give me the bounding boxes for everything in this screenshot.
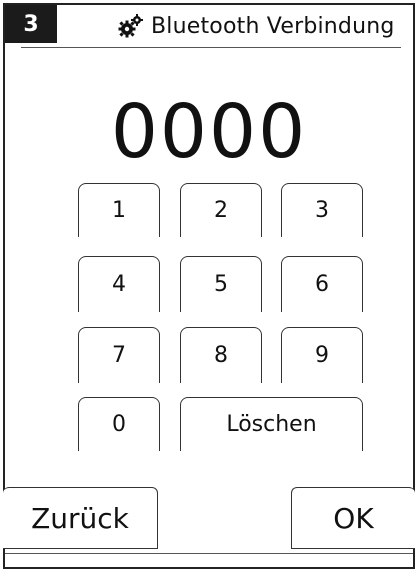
back-button-label: Zurück	[31, 501, 129, 535]
delete-button[interactable]: Löschen	[180, 397, 363, 451]
header-title-text: Bluetooth Verbindung	[151, 13, 395, 39]
key-5[interactable]: 5	[180, 256, 262, 312]
device-screen: 3 Bluetooth Verbindung 0000 1 2 3 4 5 6 …	[3, 3, 415, 569]
key-2[interactable]: 2	[180, 183, 262, 237]
gears-icon	[117, 12, 145, 40]
key-8[interactable]: 8	[180, 327, 262, 383]
page-title: Bluetooth Verbindung	[117, 11, 395, 41]
footer-divider	[5, 553, 413, 554]
ok-button[interactable]: OK	[291, 487, 415, 549]
step-number: 3	[23, 11, 39, 37]
key-6[interactable]: 6	[281, 256, 363, 312]
key-7[interactable]: 7	[78, 327, 160, 383]
pin-display: 0000	[110, 89, 308, 175]
key-0[interactable]: 0	[78, 397, 160, 451]
key-3[interactable]: 3	[281, 183, 363, 237]
key-1[interactable]: 1	[78, 183, 160, 237]
ok-button-label: OK	[333, 501, 374, 535]
header-bar: 3 Bluetooth Verbindung	[5, 5, 413, 47]
back-button[interactable]: Zurück	[3, 487, 158, 549]
key-9[interactable]: 9	[281, 327, 363, 383]
header-divider	[21, 47, 401, 48]
step-badge: 3	[5, 5, 57, 43]
key-4[interactable]: 4	[78, 256, 160, 312]
